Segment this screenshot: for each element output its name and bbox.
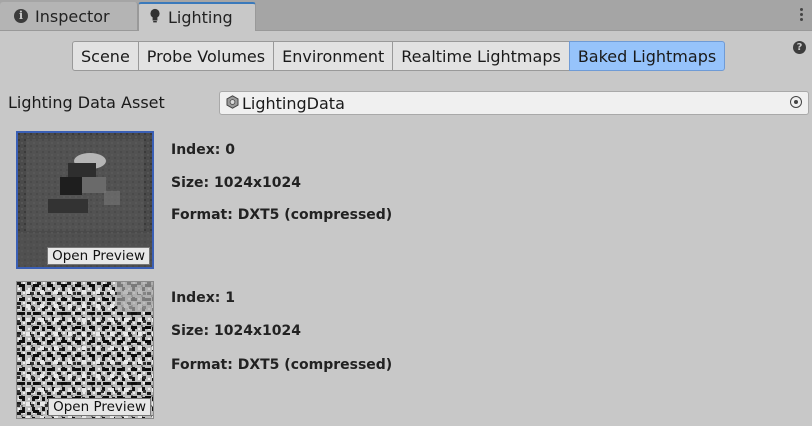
info-icon: i <box>14 9 28 23</box>
lightmap-thumbnail-1[interactable]: Open Preview <box>16 281 154 419</box>
question-icon[interactable]: ? <box>793 41 806 54</box>
lightmap-index-0: Index: 0 <box>171 142 235 158</box>
object-picker-icon[interactable] <box>790 96 802 108</box>
tab-inspector[interactable]: i Inspector <box>0 2 138 30</box>
lighting-data-asset-label: Lighting Data Asset <box>8 93 165 112</box>
lightmap-format-0: Format: DXT5 (compressed) <box>171 207 393 223</box>
more-menu-icon[interactable] <box>800 8 804 23</box>
lightmap-format-1: Format: DXT5 (compressed) <box>171 357 393 373</box>
tab-scene[interactable]: Scene <box>72 41 139 71</box>
tab-probe-volumes[interactable]: Probe Volumes <box>137 41 275 71</box>
asset-icon <box>226 94 239 113</box>
lightmap-index-1: Index: 1 <box>171 290 235 306</box>
open-preview-button-0[interactable]: Open Preview <box>47 247 150 265</box>
lighting-data-asset-field[interactable]: LightingData <box>219 91 809 115</box>
lighting-mode-toolbar: Scene Probe Volumes Environment Realtime… <box>72 41 726 71</box>
lighting-data-asset-value: LightingData <box>242 93 345 113</box>
lightmap-thumbnail-0[interactable]: Open Preview <box>16 131 154 269</box>
tab-realtime-lightmaps[interactable]: Realtime Lightmaps <box>392 41 570 71</box>
lightbulb-icon <box>149 8 161 27</box>
window-tab-bar: i Inspector Lighting <box>0 0 812 31</box>
open-preview-button-1[interactable]: Open Preview <box>48 398 151 416</box>
tab-lighting-label: Lighting <box>168 8 233 27</box>
lightmap-size-0: Size: 1024x1024 <box>171 175 301 191</box>
tab-baked-lightmaps[interactable]: Baked Lightmaps <box>568 41 726 71</box>
lightmap-size-1: Size: 1024x1024 <box>171 323 301 339</box>
tab-environment[interactable]: Environment <box>273 41 394 71</box>
tab-inspector-label: Inspector <box>35 6 110 26</box>
tab-lighting[interactable]: Lighting <box>138 2 256 31</box>
